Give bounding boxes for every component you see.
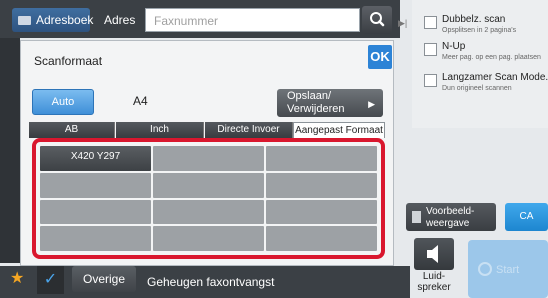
dialog-title: Scanformaat bbox=[34, 54, 103, 68]
search-icon bbox=[370, 12, 385, 27]
grid-cell[interactable] bbox=[40, 172, 151, 198]
preview-icon bbox=[412, 211, 421, 223]
check-button[interactable]: ✓ bbox=[37, 266, 64, 294]
search-button[interactable] bbox=[362, 6, 392, 34]
option-subtitle: Meer pag. op een pag. plaatsen bbox=[442, 54, 541, 61]
right-options-panel: Dubbelz. scan Opsplitsen in 2 pagina's N… bbox=[412, 0, 548, 128]
addressbook-label: Adresboek bbox=[36, 13, 94, 27]
speaker-label: Luid- spreker bbox=[410, 271, 458, 293]
star-icon[interactable]: ★ bbox=[10, 268, 24, 288]
checkbox[interactable] bbox=[424, 43, 437, 56]
tab-direct-input[interactable]: Directe Invoer bbox=[205, 122, 293, 138]
ca-button[interactable]: CA bbox=[505, 203, 548, 231]
option-subtitle: Opsplitsen in 2 pagina's bbox=[442, 27, 517, 34]
preview-button[interactable]: Voorbeeld- weergave bbox=[406, 203, 496, 231]
size-tabs: AB Inch Directe Invoer Aangepast Formaat bbox=[29, 122, 385, 138]
grid-cell[interactable] bbox=[266, 172, 377, 198]
other-button[interactable]: Overige bbox=[72, 266, 136, 292]
book-icon bbox=[18, 16, 31, 25]
grid-cell[interactable] bbox=[40, 199, 151, 225]
size-value: A4 bbox=[133, 94, 148, 108]
option-title: N-Up bbox=[442, 41, 466, 52]
grid-cell[interactable] bbox=[153, 226, 264, 251]
start-button[interactable]: Start bbox=[468, 240, 548, 298]
grid-cell[interactable] bbox=[266, 199, 377, 225]
memory-label: Geheugen faxontvangst bbox=[147, 275, 275, 289]
save-delete-button[interactable]: Opslaan/ Verwijderen ▶ bbox=[277, 89, 383, 117]
preview-label-line1: Voorbeeld- bbox=[426, 206, 475, 217]
left-strip bbox=[0, 38, 20, 263]
tab-ab[interactable]: AB bbox=[29, 122, 115, 138]
screen: Adresboek Adres Faxnummer Scanformaat OK… bbox=[0, 0, 548, 298]
speaker-icon bbox=[427, 245, 438, 263]
top-bar: Adresboek Adres Faxnummer bbox=[0, 0, 400, 38]
grid-cell[interactable] bbox=[153, 172, 264, 198]
option-title: Langzamer Scan Mode. bbox=[442, 72, 548, 83]
grid-cell[interactable] bbox=[153, 146, 264, 171]
fax-placeholder: Faxnummer bbox=[154, 14, 219, 28]
address-label: Adres bbox=[104, 13, 136, 27]
grid-cell[interactable]: X420 Y297 bbox=[40, 146, 151, 171]
custom-size-grid-frame: X420 Y297 bbox=[32, 138, 385, 259]
start-label: Start bbox=[496, 264, 520, 276]
grid-cell[interactable] bbox=[153, 199, 264, 225]
fax-number-input[interactable]: Faxnummer bbox=[145, 8, 360, 32]
speaker-button[interactable] bbox=[414, 238, 454, 270]
speaker-label-line2: spreker bbox=[417, 282, 451, 293]
option-title: Dubbelz. scan bbox=[442, 14, 506, 25]
arrow-right-icon: ▶ bbox=[368, 99, 375, 109]
checkbox[interactable] bbox=[424, 74, 437, 87]
grid-cell[interactable] bbox=[40, 226, 151, 251]
panel-toggle-icon[interactable]: ▶| bbox=[398, 18, 407, 29]
tab-inch[interactable]: Inch bbox=[116, 122, 204, 138]
addressbook-button[interactable]: Adresboek bbox=[12, 8, 94, 32]
start-icon bbox=[478, 262, 492, 276]
tab-custom-size[interactable]: Aangepast Formaat bbox=[293, 122, 385, 138]
scan-size-dialog: Scanformaat OK Auto A4 Opslaan/ Verwijde… bbox=[20, 40, 394, 266]
grid-cell[interactable] bbox=[266, 226, 377, 251]
bottom-bar: ★ ✓ Overige Geheugen faxontvangst bbox=[0, 266, 410, 298]
speaker-label-line1: Luid- bbox=[422, 271, 446, 282]
check-icon: ✓ bbox=[43, 271, 58, 288]
grid-cell[interactable] bbox=[266, 146, 377, 171]
ok-button[interactable]: OK bbox=[368, 45, 392, 69]
preview-label-line2: weergave bbox=[426, 218, 470, 229]
custom-size-grid: X420 Y297 bbox=[40, 146, 377, 251]
option-subtitle: Dun origineel scannen bbox=[442, 85, 512, 92]
auto-button[interactable]: Auto bbox=[32, 89, 94, 115]
checkbox[interactable] bbox=[424, 16, 437, 29]
